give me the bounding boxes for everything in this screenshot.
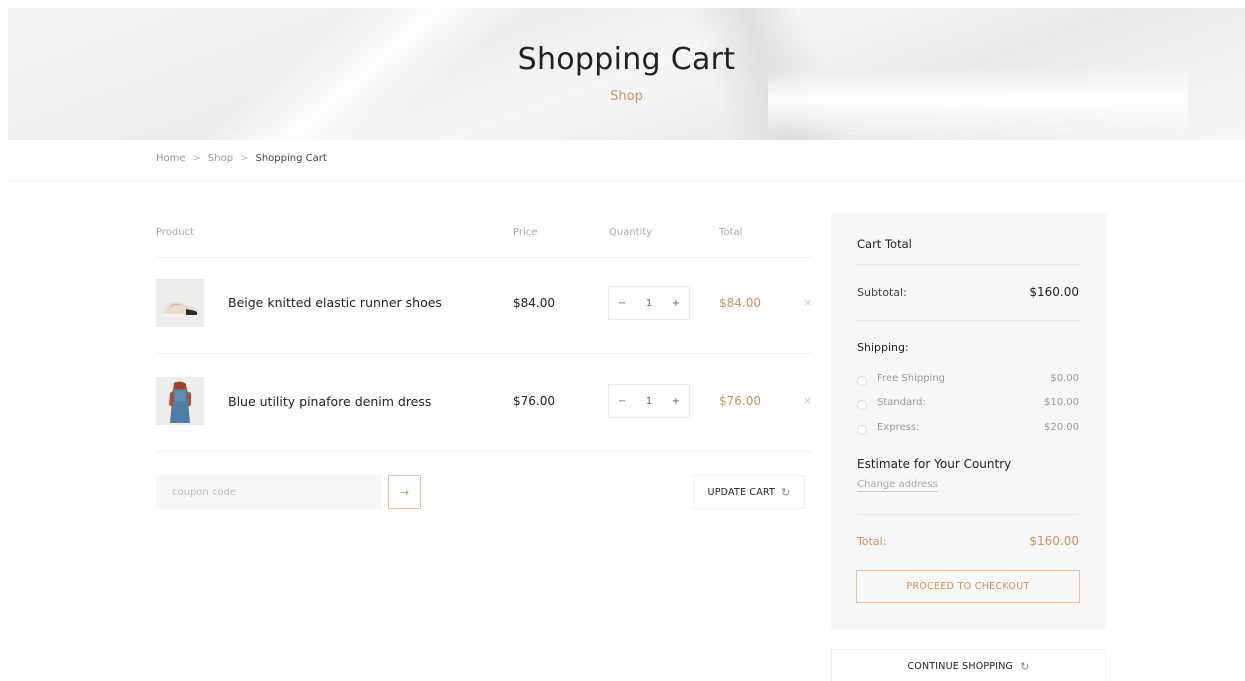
total-value: $160.00	[1029, 534, 1079, 548]
breadcrumb: Home > Shop > Shopping Cart	[156, 153, 327, 164]
update-cart-label: UPDATE CART	[707, 486, 776, 498]
radio-button[interactable]	[857, 376, 867, 386]
shipping-option-price: $20.00	[1044, 422, 1079, 433]
decrease-quantity-button[interactable]: −	[618, 396, 626, 407]
line-total: $84.00	[719, 296, 761, 310]
line-total: $76.00	[719, 394, 761, 408]
radio-button[interactable]	[857, 425, 867, 435]
divider	[8, 180, 1245, 181]
divider	[156, 451, 812, 452]
divider	[156, 353, 812, 354]
shipping-option-name: Express:	[877, 422, 920, 433]
refresh-icon: ↻	[1020, 659, 1030, 673]
quantity-stepper: − 1 +	[608, 286, 690, 320]
arrow-right-icon: →	[399, 485, 410, 499]
column-header-product: Product	[156, 227, 194, 238]
coupon-code-input[interactable]	[156, 475, 382, 509]
breadcrumb-current: Shopping Cart	[255, 153, 327, 164]
shoe-image[interactable]	[156, 279, 204, 327]
page-header-banner: Shopping Cart Shop	[8, 8, 1245, 140]
quantity-value[interactable]: 1	[646, 298, 652, 309]
divider	[857, 514, 1079, 515]
subtotal-label: Subtotal:	[857, 286, 907, 299]
total-label: Total:	[857, 535, 887, 548]
column-header-total: Total	[719, 227, 743, 238]
radio-button[interactable]	[857, 400, 867, 410]
breadcrumb-separator: >	[240, 153, 249, 164]
change-address-link[interactable]: Change address	[857, 479, 938, 492]
quantity-value[interactable]: 1	[646, 396, 652, 407]
divider	[857, 320, 1079, 321]
proceed-to-checkout-button[interactable]: PROCEED TO CHECKOUT	[856, 570, 1080, 603]
increase-quantity-button[interactable]: +	[672, 298, 680, 309]
refresh-icon: ↻	[781, 485, 791, 499]
breadcrumb-home[interactable]: Home	[156, 153, 186, 164]
column-header-price: Price	[513, 227, 538, 238]
apply-coupon-button[interactable]: →	[388, 475, 421, 509]
update-cart-button[interactable]: UPDATE CART ↻	[693, 475, 805, 509]
continue-shopping-button[interactable]: CONTINUE SHOPPING ↻	[831, 649, 1106, 681]
remove-item-icon[interactable]: ×	[803, 296, 812, 309]
shipping-option-free[interactable]: Free Shipping $0.00	[857, 373, 1079, 389]
product-price: $84.00	[513, 296, 555, 310]
remove-item-icon[interactable]: ×	[803, 394, 812, 407]
subtotal-value: $160.00	[1029, 285, 1079, 299]
product-name-link[interactable]: Blue utility pinafore denim dress	[228, 394, 431, 409]
shipping-option-name: Free Shipping	[877, 373, 946, 384]
quantity-stepper: − 1 +	[608, 384, 690, 418]
shipping-option-price: $0.00	[1050, 373, 1079, 384]
shipping-option-name: Standard:	[877, 397, 926, 408]
estimate-country-label: Estimate for Your Country	[857, 457, 1012, 471]
decrease-quantity-button[interactable]: −	[618, 298, 626, 309]
shipping-option-standard[interactable]: Standard: $10.00	[857, 397, 1079, 413]
shipping-label: Shipping:	[857, 341, 909, 354]
shipping-option-express[interactable]: Express: $20.00	[857, 422, 1079, 438]
product-price: $76.00	[513, 394, 555, 408]
shipping-option-price: $10.00	[1044, 397, 1079, 408]
cart-total-panel: Cart Total Subtotal: $160.00 Shipping: F…	[831, 213, 1106, 629]
product-name-link[interactable]: Beige knitted elastic runner shoes	[228, 295, 442, 310]
dress-image[interactable]	[156, 377, 204, 425]
page-title: Shopping Cart	[517, 42, 736, 77]
divider	[857, 264, 1079, 265]
divider	[156, 257, 812, 258]
cart-total-title: Cart Total	[857, 237, 912, 251]
continue-shopping-label: CONTINUE SHOPPING	[907, 660, 1014, 672]
page-subtitle-shop-link[interactable]: Shop	[8, 89, 1245, 104]
breadcrumb-separator: >	[192, 153, 201, 164]
column-header-quantity: Quantity	[609, 227, 653, 238]
increase-quantity-button[interactable]: +	[672, 396, 680, 407]
breadcrumb-shop[interactable]: Shop	[208, 153, 233, 164]
